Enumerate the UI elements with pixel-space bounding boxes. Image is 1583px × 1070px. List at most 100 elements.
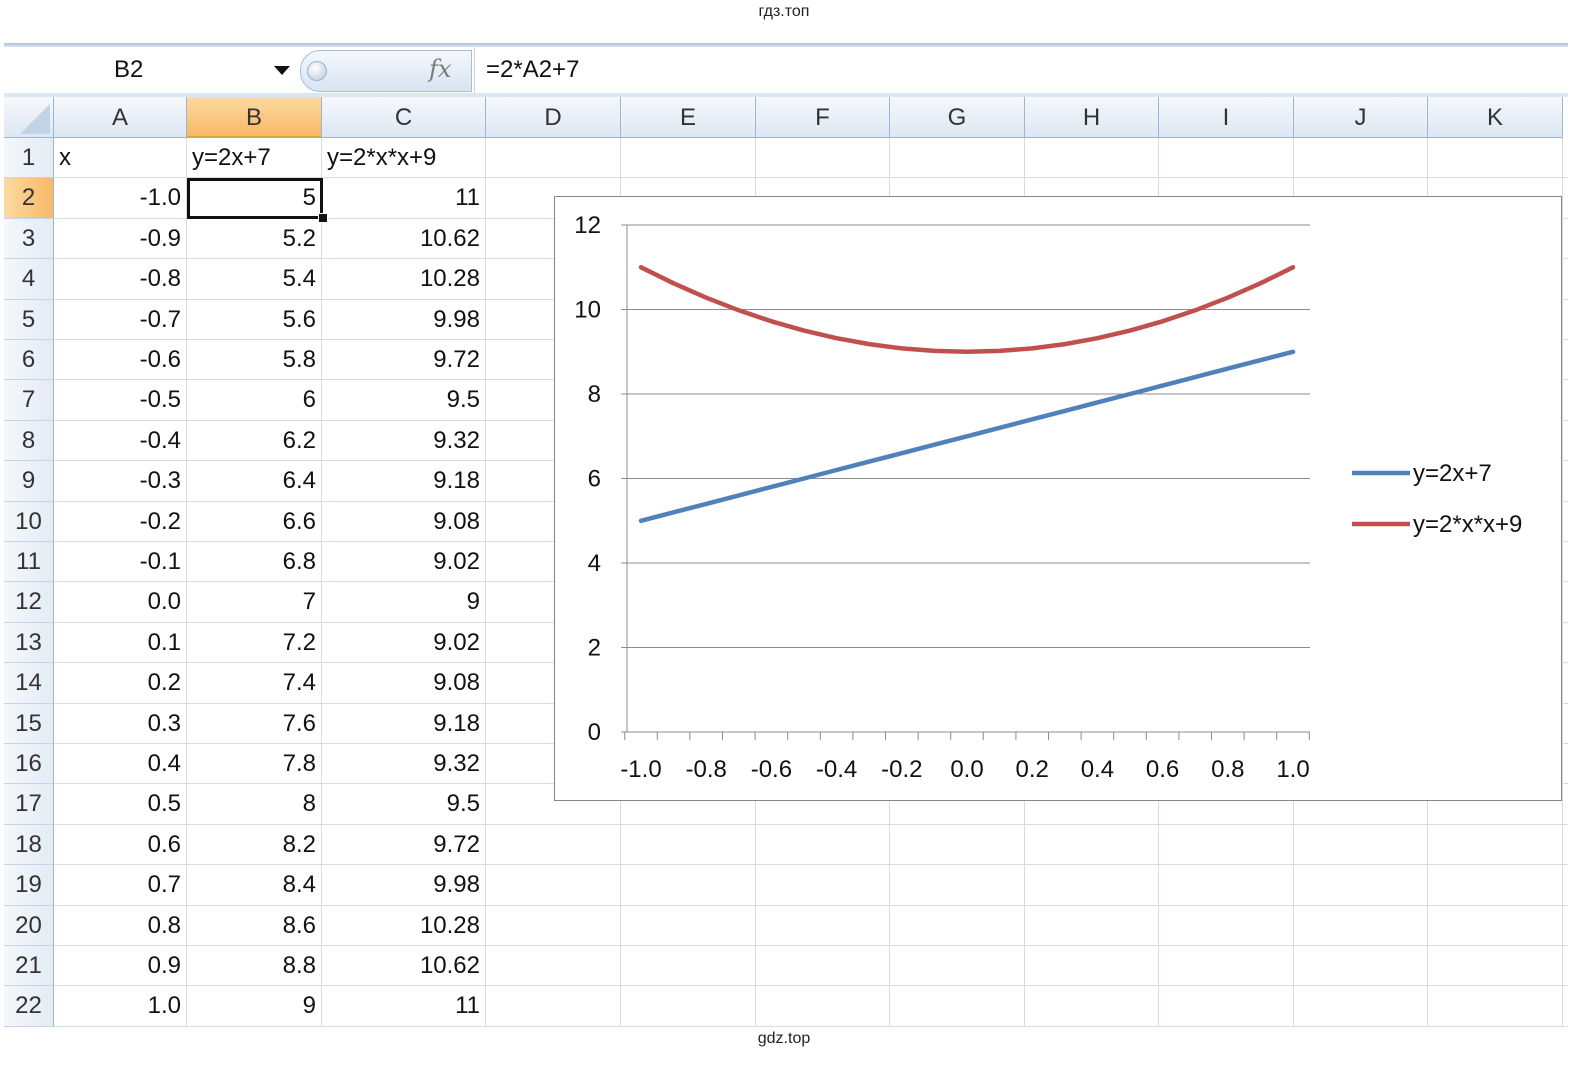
fill-handle[interactable] <box>318 213 328 223</box>
row-header-18[interactable]: 18 <box>4 824 54 866</box>
cell-b1[interactable]: y=2x+7 <box>187 138 322 178</box>
select-all-corner[interactable] <box>4 97 54 138</box>
cell-c2[interactable]: 11 <box>322 178 486 218</box>
cell-b11[interactable]: 6.8 <box>187 542 322 582</box>
cell-b22[interactable]: 9 <box>187 986 322 1026</box>
cell-c15[interactable]: 9.18 <box>322 704 486 744</box>
cell-a9[interactable]: -0.3 <box>54 461 187 501</box>
row-header-13[interactable]: 13 <box>4 622 54 664</box>
name-box-dropdown-icon[interactable] <box>274 66 290 75</box>
cell-c17[interactable]: 9.5 <box>322 784 486 824</box>
cell-b15[interactable]: 7.6 <box>187 704 322 744</box>
cell-b13[interactable]: 7.2 <box>187 623 322 663</box>
row-header-14[interactable]: 14 <box>4 663 54 704</box>
cell-a8[interactable]: -0.4 <box>54 421 187 461</box>
cell-a22[interactable]: 1.0 <box>54 986 187 1026</box>
cell-b17[interactable]: 8 <box>187 784 322 824</box>
cell-a3[interactable]: -0.9 <box>54 219 187 259</box>
row-header-12[interactable]: 12 <box>4 582 54 623</box>
cell-b2[interactable]: 5 <box>187 178 322 218</box>
cell-a7[interactable]: -0.5 <box>54 380 187 420</box>
row-header-11[interactable]: 11 <box>4 542 54 583</box>
column-header-c[interactable]: C <box>322 97 486 138</box>
cell-a1[interactable]: x <box>54 138 187 178</box>
row-header-9[interactable]: 9 <box>4 461 54 502</box>
cell-b7[interactable]: 6 <box>187 380 322 420</box>
cell-a4[interactable]: -0.8 <box>54 259 187 299</box>
cell-b18[interactable]: 8.2 <box>187 825 322 865</box>
cell-a21[interactable]: 0.9 <box>54 946 187 986</box>
cell-a19[interactable]: 0.7 <box>54 865 187 905</box>
cell-c1[interactable]: y=2*x*x+9 <box>322 138 486 178</box>
cell-c13[interactable]: 9.02 <box>322 623 486 663</box>
resize-handle-icon[interactable] <box>307 61 327 81</box>
cell-c3[interactable]: 10.62 <box>322 219 486 259</box>
cell-a18[interactable]: 0.6 <box>54 825 187 865</box>
cell-c4[interactable]: 10.28 <box>322 259 486 299</box>
row-header-7[interactable]: 7 <box>4 380 54 421</box>
column-header-d[interactable]: D <box>486 97 621 138</box>
column-header-h[interactable]: H <box>1025 97 1159 138</box>
cell-c21[interactable]: 10.62 <box>322 946 486 986</box>
cell-a15[interactable]: 0.3 <box>54 704 187 744</box>
row-header-4[interactable]: 4 <box>4 259 54 300</box>
cell-c12[interactable]: 9 <box>322 582 486 622</box>
row-header-8[interactable]: 8 <box>4 420 54 462</box>
name-box-value[interactable]: B2 <box>114 56 143 84</box>
cell-a10[interactable]: -0.2 <box>54 502 187 542</box>
column-header-e[interactable]: E <box>621 97 756 138</box>
cell-a12[interactable]: 0.0 <box>54 582 187 622</box>
cell-b14[interactable]: 7.4 <box>187 663 322 703</box>
row-header-21[interactable]: 21 <box>4 946 54 987</box>
line-chart[interactable]: 0 2 4 6 8 10 12 -1.0 -0.8 -0.6 -0.4 -0.2 0.0 0.2 0.4 0.… <box>554 196 1562 801</box>
cell-c11[interactable]: 9.02 <box>322 542 486 582</box>
row-header-22[interactable]: 22 <box>4 986 54 1027</box>
cell-a11[interactable]: -0.1 <box>54 542 187 582</box>
cell-c14[interactable]: 9.08 <box>322 663 486 703</box>
cell-c20[interactable]: 10.28 <box>322 906 486 946</box>
cell-a17[interactable]: 0.5 <box>54 784 187 824</box>
row-header-17[interactable]: 17 <box>4 784 54 825</box>
name-box[interactable]: B2 <box>4 47 299 93</box>
cell-b3[interactable]: 5.2 <box>187 219 322 259</box>
row-header-20[interactable]: 20 <box>4 905 54 946</box>
cell-a16[interactable]: 0.4 <box>54 744 187 784</box>
column-header-k[interactable]: K <box>1428 97 1563 138</box>
cell-b4[interactable]: 5.4 <box>187 259 322 299</box>
cell-a13[interactable]: 0.1 <box>54 623 187 663</box>
cell-b8[interactable]: 6.2 <box>187 421 322 461</box>
cell-b6[interactable]: 5.8 <box>187 340 322 380</box>
cell-c19[interactable]: 9.98 <box>322 865 486 905</box>
cell-c10[interactable]: 9.08 <box>322 502 486 542</box>
formula-input[interactable]: =2*A2+7 <box>486 56 579 84</box>
cell-c9[interactable]: 9.18 <box>322 461 486 501</box>
cell-c16[interactable]: 9.32 <box>322 744 486 784</box>
row-header-3[interactable]: 3 <box>4 218 54 260</box>
cell-b5[interactable]: 5.6 <box>187 300 322 340</box>
cell-c5[interactable]: 9.98 <box>322 300 486 340</box>
column-header-b[interactable]: B <box>187 97 322 138</box>
cell-c18[interactable]: 9.72 <box>322 825 486 865</box>
cell-b20[interactable]: 8.6 <box>187 906 322 946</box>
cell-c6[interactable]: 9.72 <box>322 340 486 380</box>
column-header-j[interactable]: J <box>1294 97 1428 138</box>
cell-b9[interactable]: 6.4 <box>187 461 322 501</box>
row-header-5[interactable]: 5 <box>4 299 54 340</box>
cell-b19[interactable]: 8.4 <box>187 865 322 905</box>
row-header-10[interactable]: 10 <box>4 501 54 542</box>
column-header-g[interactable]: G <box>890 97 1025 138</box>
cell-c22[interactable]: 11 <box>322 986 486 1026</box>
cell-a14[interactable]: 0.2 <box>54 663 187 703</box>
cell-c7[interactable]: 9.5 <box>322 380 486 420</box>
cell-a2[interactable]: -1.0 <box>54 178 187 218</box>
row-header-19[interactable]: 19 <box>4 865 54 906</box>
cell-b12[interactable]: 7 <box>187 582 322 622</box>
row-header-2[interactable]: 2 <box>4 178 54 219</box>
row-header-6[interactable]: 6 <box>4 340 54 381</box>
cell-a20[interactable]: 0.8 <box>54 906 187 946</box>
cell-a6[interactable]: -0.6 <box>54 340 187 380</box>
insert-function-icon[interactable]: fx <box>429 55 451 83</box>
row-header-16[interactable]: 16 <box>4 744 54 785</box>
cell-c8[interactable]: 9.32 <box>322 421 486 461</box>
cell-b16[interactable]: 7.8 <box>187 744 322 784</box>
